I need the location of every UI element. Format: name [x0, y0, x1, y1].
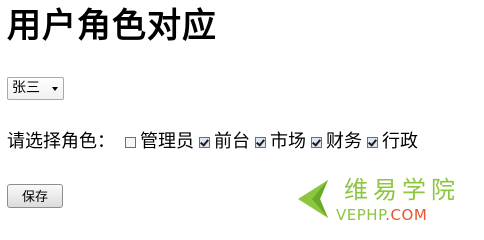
role-option-label: 行政 [382, 131, 418, 152]
page-title: 用户角色对应 [7, 6, 217, 46]
role-option-label: 前台 [214, 131, 250, 152]
watermark-domain-suffix: .COM [385, 206, 428, 224]
checkbox[interactable] [311, 136, 322, 148]
chevron-down-icon [52, 87, 58, 91]
watermark: 维易学院 VEPHP.COM [288, 172, 478, 230]
role-option-label: 管理员 [140, 131, 194, 152]
role-option-admin[interactable]: 管理员 [125, 131, 194, 153]
role-option-administration[interactable]: 行政 [367, 131, 418, 153]
save-button[interactable]: 保存 [7, 184, 63, 208]
checkbox[interactable] [255, 136, 266, 148]
role-prompt-label: 请选择角色： [7, 131, 115, 152]
user-select-value: 张三 [12, 80, 40, 96]
page: 用户角色对应 张三 请选择角色： 管理员 前台 市场 财务 行政 保存 维易学院… [0, 0, 484, 235]
checkbox[interactable] [199, 136, 210, 148]
watermark-domain: VEPHP.COM [336, 206, 427, 224]
role-option-label: 市场 [270, 131, 306, 152]
watermark-name: 维易学院 [344, 176, 460, 204]
watermark-domain-prefix: VEPHP [336, 206, 386, 224]
role-option-finance[interactable]: 财务 [311, 131, 362, 153]
vephp-logo-icon [298, 180, 328, 218]
role-option-label: 财务 [326, 131, 362, 152]
role-option-marketing[interactable]: 市场 [255, 131, 306, 153]
checkbox[interactable] [367, 136, 378, 148]
role-checkbox-group: 请选择角色： 管理员 前台 市场 财务 行政 [7, 131, 423, 153]
role-option-front-desk[interactable]: 前台 [199, 131, 250, 153]
checkbox[interactable] [125, 136, 136, 148]
user-select[interactable]: 张三 [7, 77, 64, 100]
